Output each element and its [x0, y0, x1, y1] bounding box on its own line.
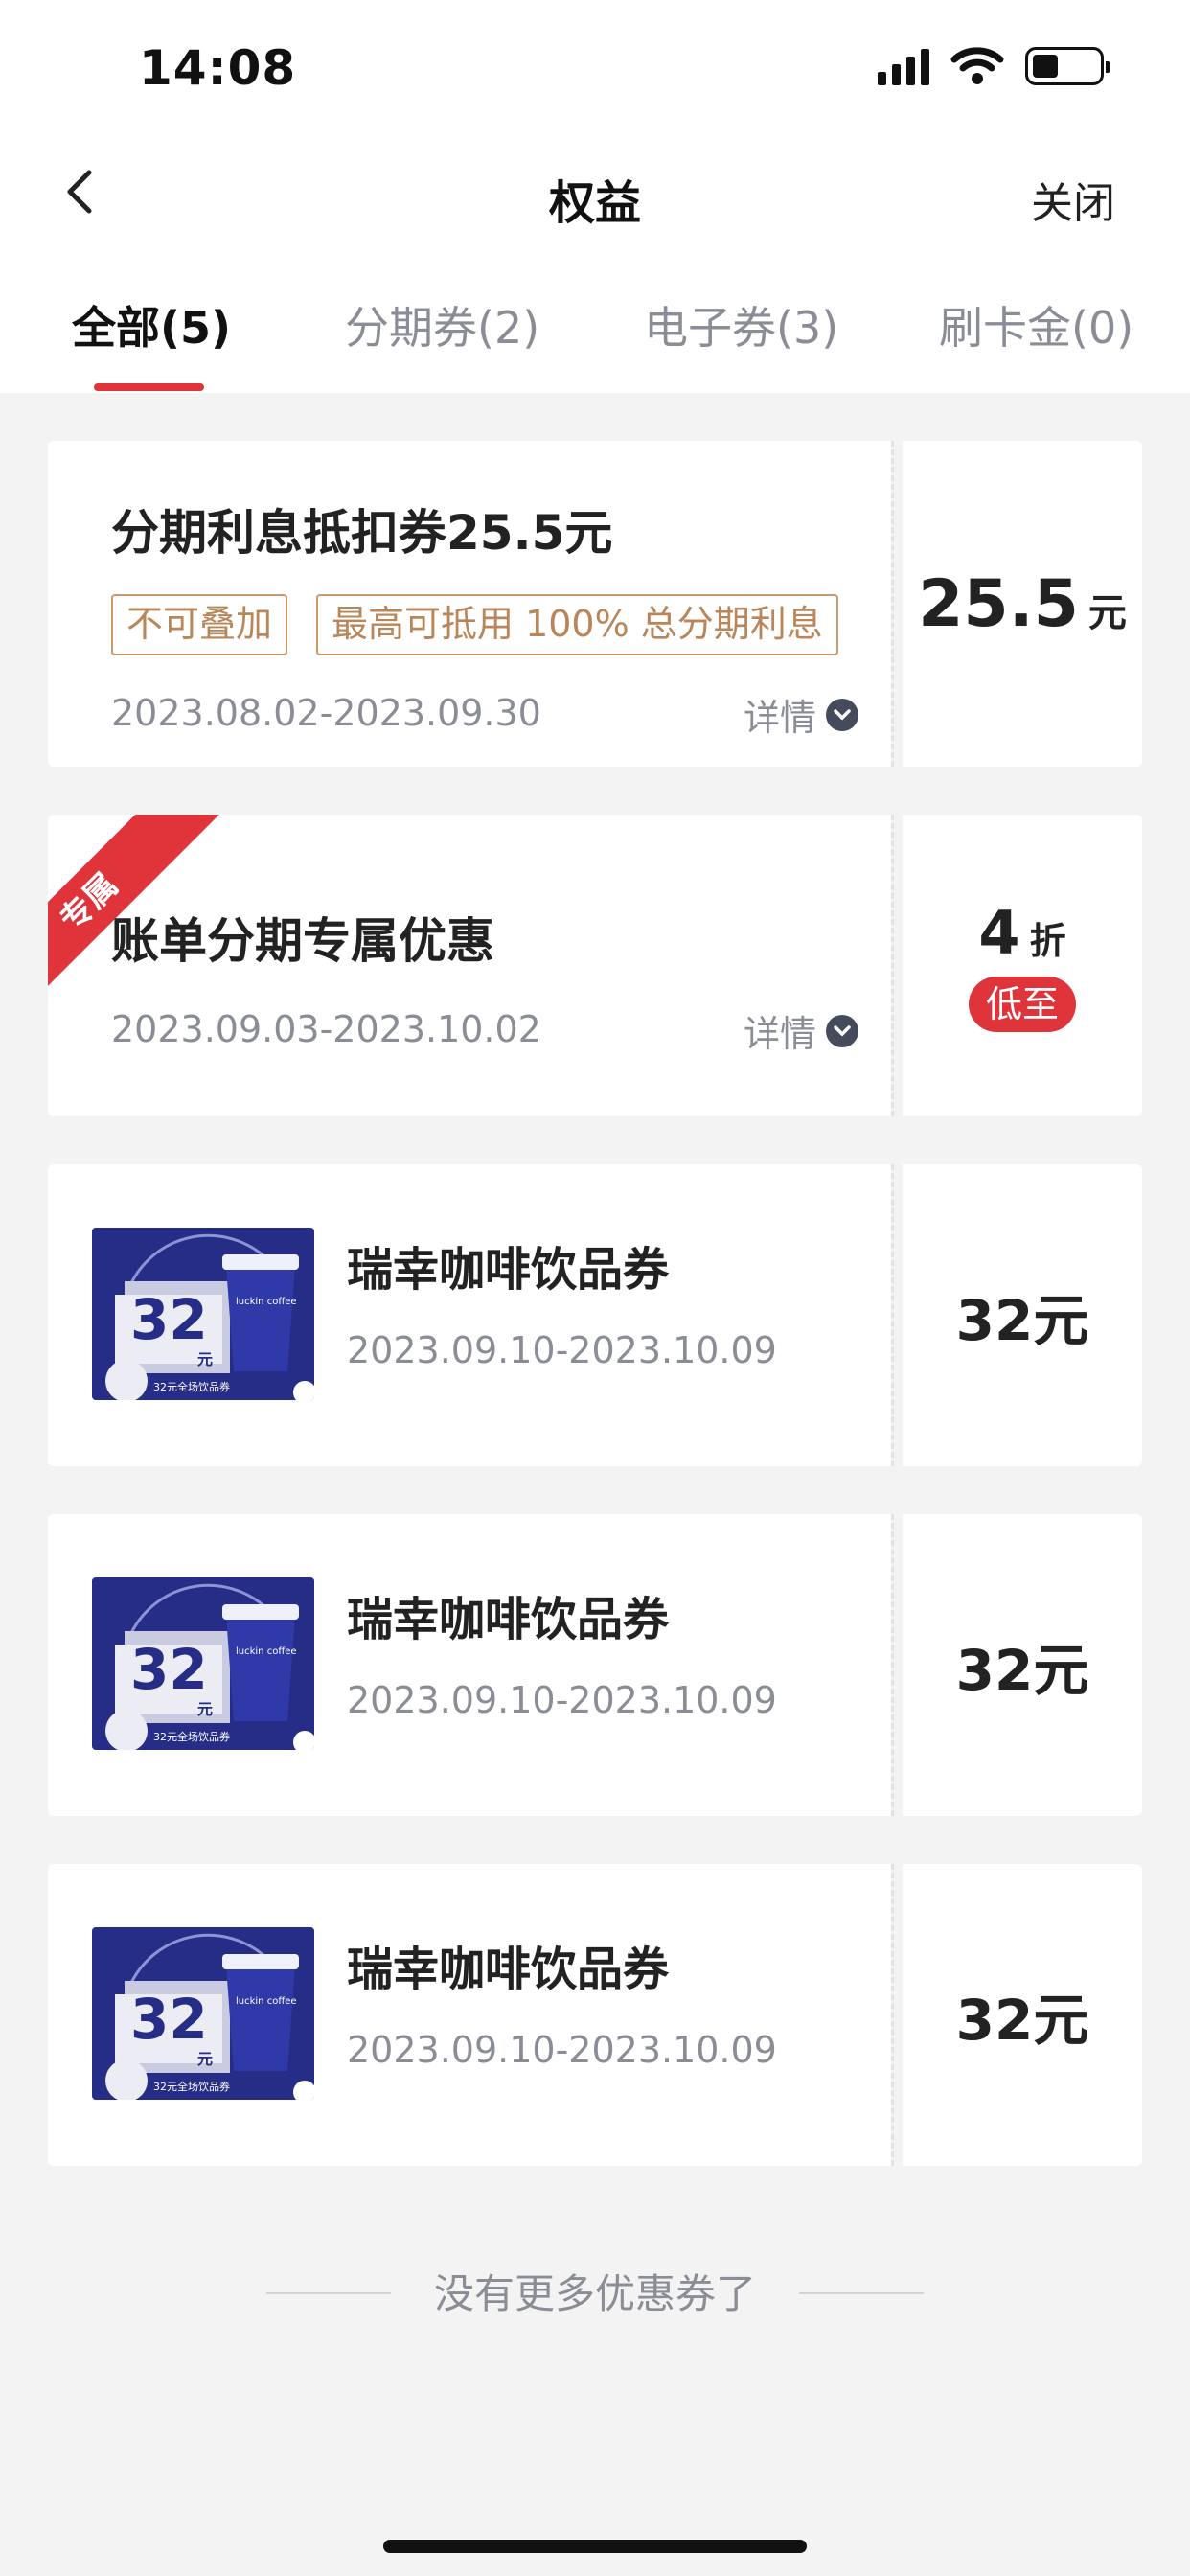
active-tab-indicator [94, 383, 204, 391]
tab-card-cash[interactable]: 刷卡金(0) [939, 293, 1133, 356]
coupon-card[interactable]: 分期利息抵扣券25.5元 不可叠加 最高可抵用 100% 总分期利息 2023.… [48, 441, 1142, 767]
list-end-footer: 没有更多优惠券了 [0, 2262, 1190, 2319]
close-button[interactable]: 关闭 [1031, 169, 1115, 230]
coupon-date: 2023.09.10-2023.10.09 [347, 2029, 777, 2071]
coupon-value-area: 4折 低至 [903, 815, 1142, 1116]
detail-label: 详情 [743, 697, 816, 739]
coupon-title: 瑞幸咖啡饮品券 [347, 1243, 670, 1297]
coupon-date: 2023.09.10-2023.10.09 [347, 1679, 777, 1721]
coupon-value-area: 25.5 元 [903, 441, 1142, 767]
chevron-down-icon [826, 698, 858, 731]
detail-toggle[interactable]: 详情 [744, 1004, 858, 1057]
luckin-coffee-thumbnail: 32 元 luckin coffee 32元全场饮品券 [92, 1577, 314, 1750]
coupon-value: 32元 [955, 1637, 1089, 1703]
coupon-card[interactable]: 专属 账单分期专属优惠 2023.09.03-2023.10.02 详情 4折 … [48, 815, 1142, 1116]
coupon-value: 25.5 元 [918, 565, 1127, 642]
coupon-card[interactable]: 32 元 luckin coffee 32元全场饮品券 瑞幸咖啡饮品券 2023… [48, 1864, 1142, 2166]
coupon-tag: 最高可抵用 100% 总分期利息 [316, 594, 838, 656]
luckin-coffee-thumbnail: 32 元 luckin coffee 32元全场饮品券 [92, 1927, 314, 2100]
navigation-bar: 权益 关闭 [0, 144, 1190, 240]
battery-icon [1025, 47, 1110, 85]
coupon-title: 瑞幸咖啡饮品券 [347, 1593, 670, 1646]
no-more-coupons-text: 没有更多优惠券了 [433, 2270, 756, 2317]
status-time: 14:08 [139, 40, 297, 96]
coupon-date: 2023.09.10-2023.10.09 [347, 1329, 777, 1371]
coupon-title: 分期利息抵扣券25.5元 [111, 505, 613, 561]
coupon-value: 32元 [955, 1287, 1089, 1353]
tab-installment[interactable]: 分期券(2) [345, 293, 539, 356]
coupon-date: 2023.09.03-2023.10.02 [111, 1008, 541, 1050]
top-bar: 14:08 权益 关闭 全部(5) 分期券(2) 电子券(3) 刷卡金(0) [0, 0, 1190, 393]
chevron-down-icon [826, 1014, 858, 1047]
coupon-value-area: 32元 [903, 1164, 1142, 1466]
luckin-coffee-thumbnail: 32 元 luckin coffee 32元全场饮品券 [92, 1228, 314, 1400]
coupon-value-area: 32元 [903, 1514, 1142, 1816]
coupon-card[interactable]: 32 元 luckin coffee 32元全场饮品券 瑞幸咖啡饮品券 2023… [48, 1514, 1142, 1816]
coupon-title: 瑞幸咖啡饮品券 [347, 1943, 670, 1996]
cellular-signal-icon [878, 47, 929, 85]
lowest-badge: 低至 [968, 976, 1076, 1032]
coupon-card[interactable]: 32 元 luckin coffee 32元全场饮品券 瑞幸咖啡饮品券 2023… [48, 1164, 1142, 1466]
status-icons [878, 46, 1110, 86]
detail-toggle[interactable]: 详情 [744, 688, 858, 741]
tab-all[interactable]: 全部(5) [72, 293, 231, 356]
coupon-value: 32元 [955, 1987, 1089, 2053]
coupon-date: 2023.08.02-2023.09.30 [111, 692, 541, 734]
tab-e-coupon[interactable]: 电子券(3) [644, 293, 838, 356]
coupon-value: 4折 [978, 897, 1066, 968]
page-title: 权益 [548, 176, 641, 230]
tab-bar: 全部(5) 分期券(2) 电子券(3) 刷卡金(0) [0, 278, 1190, 393]
detail-label: 详情 [743, 1013, 816, 1055]
home-indicator[interactable] [383, 2540, 807, 2553]
coupon-title: 账单分期专属优惠 [111, 913, 494, 969]
divider-right [799, 2292, 924, 2294]
coupon-value-area: 32元 [903, 1864, 1142, 2166]
coupon-tag: 不可叠加 [111, 594, 288, 656]
wifi-icon [950, 47, 1004, 84]
